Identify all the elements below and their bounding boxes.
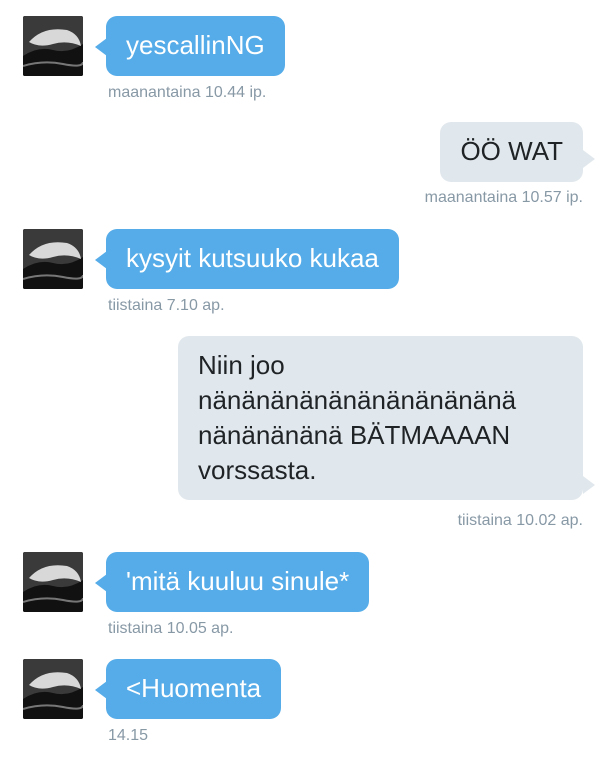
message-bubble-incoming[interactable]: kysyit kutsuuko kukaa bbox=[106, 229, 399, 289]
message-timestamp: maanantaina 10.57 ip. bbox=[424, 189, 583, 206]
message-bubble-outgoing[interactable]: Niin joo nänänänänänänänänänänä nänänänä… bbox=[178, 336, 583, 500]
bubble-tail bbox=[583, 150, 595, 168]
message-line: Niin joo bbox=[198, 350, 285, 380]
message-line: nänänänänä BÄTMAAAAN bbox=[198, 420, 511, 450]
message-line: vorssasta. bbox=[198, 455, 317, 485]
message-timestamp: tiistaina 10.02 ap. bbox=[457, 512, 583, 529]
message-timestamp: tiistaina 7.10 ap. bbox=[108, 297, 225, 314]
bubble-tail bbox=[583, 476, 595, 494]
avatar[interactable] bbox=[23, 16, 83, 76]
message-line: nänänänänänänänänänänä bbox=[198, 385, 517, 415]
message-bubble-outgoing[interactable]: ÖÖ WAT bbox=[440, 122, 583, 182]
avatar[interactable] bbox=[23, 552, 83, 612]
message-bubble-incoming[interactable]: yescallinNG bbox=[106, 16, 285, 76]
message-timestamp: maanantaina 10.44 ip. bbox=[108, 84, 267, 101]
avatar[interactable] bbox=[23, 229, 83, 289]
message-bubble-incoming[interactable]: <Huomenta bbox=[106, 659, 282, 719]
message-bubble-incoming[interactable]: 'mitä kuuluu sinule* bbox=[106, 552, 370, 612]
message-timestamp: tiistaina 10.05 ap. bbox=[108, 620, 234, 637]
message-timestamp: 14.15 bbox=[108, 727, 149, 744]
avatar[interactable] bbox=[23, 659, 83, 719]
